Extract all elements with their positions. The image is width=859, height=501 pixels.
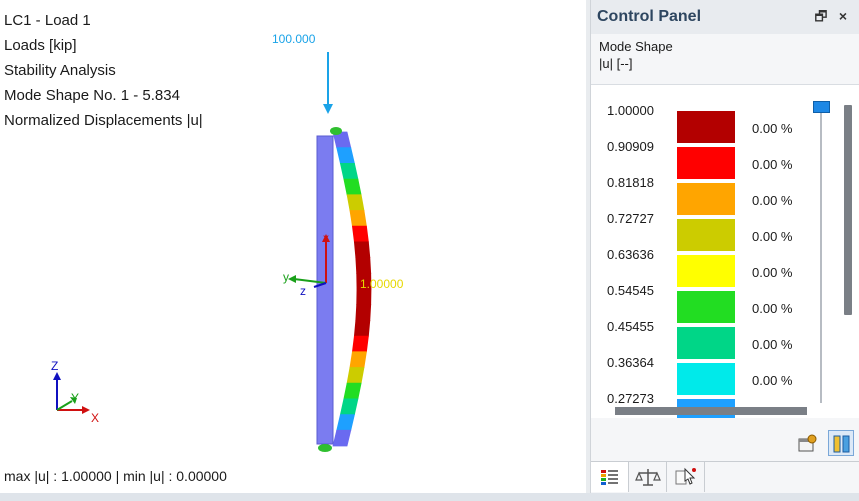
viewport-info-panel: LC1 - Load 1 Loads [kip] Stability Analy…	[4, 8, 203, 133]
result-type: Normalized Displacements |u|	[4, 112, 203, 129]
max-min-summary: max |u| : 1.00000 | min |u| : 0.00000	[4, 468, 227, 484]
deformed-segment	[355, 304, 372, 321]
legend-value: 0.63636	[607, 247, 654, 262]
global-y-label: Y	[71, 391, 79, 405]
legend-value: 0.27273	[607, 391, 654, 406]
legend-value: 0.81818	[607, 175, 654, 190]
deformed-segment	[351, 335, 369, 353]
local-z-label: z	[300, 284, 306, 298]
legend-value: 0.72727	[607, 211, 654, 226]
deformed-segment	[339, 398, 359, 416]
deformed-segment	[349, 351, 367, 368]
legend-percentage: 0.00 %	[752, 301, 793, 316]
deformed-segment	[356, 288, 372, 306]
close-icon[interactable]: ×	[834, 7, 852, 25]
deformed-segment	[353, 241, 371, 259]
legend-title: Mode Shape	[599, 39, 673, 54]
range-slider-track[interactable]	[820, 103, 822, 403]
legend-color-swatch	[677, 291, 735, 323]
legend-color-swatch	[677, 147, 735, 179]
global-z-label: Z	[51, 359, 58, 373]
loads-unit: Loads [kip]	[4, 37, 77, 54]
legend-percentage: 0.00 %	[752, 121, 793, 136]
horizontal-scrollbar[interactable]	[615, 407, 807, 415]
legend-percentage: 0.00 %	[752, 337, 793, 352]
legend-color-swatch	[677, 255, 735, 287]
settings-icon[interactable]	[793, 430, 819, 456]
selection-tab[interactable]	[667, 462, 705, 492]
deformed-segment	[351, 225, 369, 243]
deformed-segment	[349, 210, 367, 227]
max-value-label: 1.00000	[360, 277, 404, 291]
legend-unit: |u| [--]	[599, 56, 633, 71]
legend-percentage: 0.00 %	[752, 373, 793, 388]
analysis-type: Stability Analysis	[4, 62, 116, 79]
deformed-segment	[343, 178, 362, 196]
deformed-segment	[355, 257, 372, 274]
local-x-label: x	[323, 231, 329, 245]
global-x-label: X	[91, 411, 99, 425]
legend-value: 1.00000	[607, 103, 654, 118]
color-scale-tab[interactable]	[591, 462, 629, 492]
deformed-segment	[353, 319, 371, 337]
deformed-segment	[339, 162, 359, 180]
control-panel-tabs	[591, 461, 859, 493]
deformed-segment	[346, 367, 365, 384]
mode-shape-number: Mode Shape No. 1 - 5.834	[4, 87, 180, 104]
local-y-label: y	[283, 270, 289, 284]
deformed-segment	[336, 414, 355, 431]
control-panel-titlebar[interactable]: Control Panel 🗗 ×	[591, 0, 859, 34]
legend-color-swatch	[677, 111, 735, 143]
deformed-segment	[332, 429, 352, 447]
3d-viewport[interactable]: 100.000 1.00000 x y z Z X Y LC1 - Load 1…	[0, 0, 586, 493]
load-value-label: 100.000	[272, 32, 316, 46]
status-strip	[0, 493, 859, 501]
load-case-title: LC1 - Load 1	[4, 12, 91, 29]
range-slider-handle[interactable]	[813, 101, 830, 113]
color-legend: 1.00000 0.00 % 0.90909 0.00 % 0.81818 0.00 % 0…	[591, 84, 859, 418]
bottom-support	[318, 444, 332, 452]
control-panel-title: Control Panel	[597, 8, 702, 25]
vertical-scrollbar[interactable]	[844, 105, 852, 315]
column-layout-icon[interactable]	[828, 430, 854, 456]
top-support	[330, 127, 342, 135]
legend-color-swatch	[677, 219, 735, 251]
legend-header: Mode Shape |u| [--]	[599, 38, 673, 72]
legend-color-swatch	[677, 363, 735, 395]
deformed-segment	[343, 382, 362, 400]
legend-color-swatch	[677, 327, 735, 359]
legend-percentage: 0.00 %	[752, 157, 793, 172]
legend-value: 0.54545	[607, 283, 654, 298]
legend-value: 0.90909	[607, 139, 654, 154]
legend-percentage: 0.00 %	[752, 265, 793, 280]
deformed-segment	[336, 147, 355, 164]
balance-tab[interactable]	[629, 462, 667, 492]
global-axes-icon: Z X Y	[51, 359, 99, 425]
control-panel: Control Panel 🗗 × Mode Shape |u| [--] 1.…	[590, 0, 859, 493]
legend-percentage: 0.00 %	[752, 193, 793, 208]
legend-color-swatch	[677, 183, 735, 215]
legend-percentage: 0.00 %	[752, 229, 793, 244]
legend-value: 0.45455	[607, 319, 654, 334]
undeformed-member[interactable]	[316, 135, 334, 445]
legend-value: 0.36364	[607, 355, 654, 370]
restore-window-icon[interactable]: 🗗	[812, 7, 830, 25]
deformed-segment	[346, 194, 365, 211]
load-arrow-head	[323, 104, 333, 114]
